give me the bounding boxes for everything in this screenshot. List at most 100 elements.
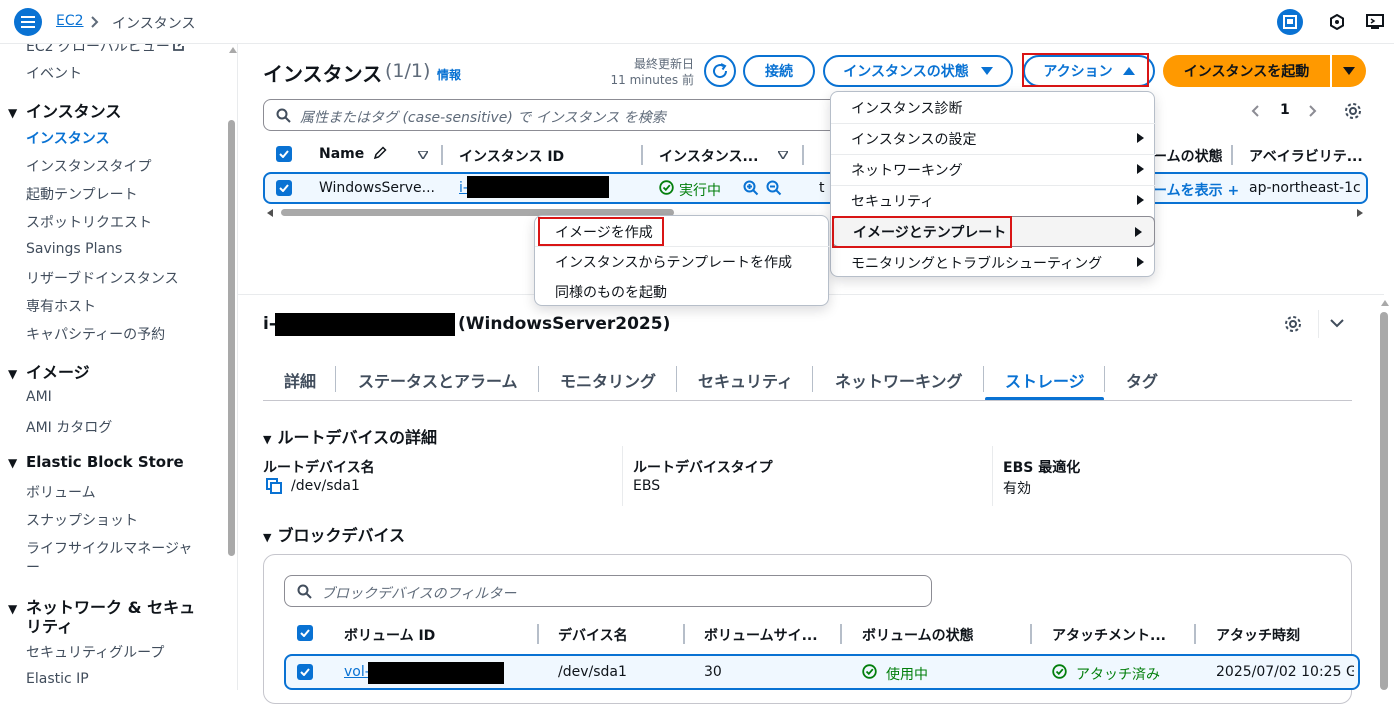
sidebar-item-lifecycle-manager-cont[interactable]: ー [26,557,40,577]
next-page-icon[interactable] [1308,104,1318,118]
column-header-name[interactable]: Name [319,146,387,162]
sort-caret-icon[interactable] [778,151,788,159]
tab-monitoring[interactable]: モニタリング [560,368,656,392]
menu-item-instance-settings[interactable]: インスタンスの設定 [831,123,1156,154]
sidebar-item-snapshots[interactable]: スナップショット [26,510,138,530]
volume-row-checkbox[interactable] [297,664,313,680]
column-divider[interactable] [1231,145,1233,165]
block-devices-section[interactable]: ▼ ブロックデバイス [263,522,405,546]
volume-id-link[interactable]: vol- [344,664,370,680]
device-name-value: /dev/sda1 [558,664,627,680]
scroll-up-icon[interactable] [229,47,237,53]
sidebar-item-dedicated-hosts[interactable]: 専有ホスト [26,296,96,316]
sidebar-item-instance-types[interactable]: インスタンスタイプ [26,156,151,176]
details-settings-icon[interactable] [1284,315,1302,333]
menu-item-instance-diagnostics[interactable]: インスタンス診断 [831,92,1156,123]
sidebar-item-elastic-ip[interactable]: Elastic IP [26,671,89,687]
sidebar-item-instances[interactable]: インスタンス [26,128,109,148]
column-header-volume-id[interactable]: ボリューム ID [344,625,435,645]
tab-tags[interactable]: タグ [1126,368,1158,392]
sidebar-section-ebs[interactable]: ▼ Elastic Block Store [8,453,184,471]
sidebar-item-volumes[interactable]: ボリューム [26,482,96,502]
column-header-instance-id[interactable]: インスタンス ID [459,146,564,166]
submenu-arrow-icon [1137,164,1144,174]
sidebar-item-events[interactable]: イベント [26,63,82,83]
search-icon [297,584,312,599]
menu-item-create-template-from-instance[interactable]: インスタンスからテンプレートを作成 [535,246,830,277]
collapse-chevron-icon[interactable] [1330,319,1344,329]
column-divider[interactable] [441,145,443,165]
select-all-volumes-checkbox[interactable] [297,625,313,641]
menu-icon[interactable] [14,8,42,36]
menu-item-monitoring-troubleshooting[interactable]: モニタリングとトラブルシューティング [831,247,1156,278]
column-header-attachment-status[interactable]: アタッチメント... [1052,625,1166,645]
panel-icon[interactable] [1277,9,1303,35]
cloudshell-icon[interactable] [1362,9,1388,35]
launch-instance-button[interactable]: インスタンスを起動 [1163,55,1330,87]
tab-details[interactable]: 詳細 [284,368,316,392]
column-divider[interactable] [840,624,842,644]
sidebar-item-global-view[interactable]: EC2 グローバルビュー [26,44,170,56]
instance-state-button[interactable]: インスタンスの状態 [823,55,1013,87]
scroll-left-icon[interactable] [267,209,273,217]
tab-divider [676,366,677,392]
copy-icon[interactable] [266,478,282,494]
column-divider[interactable] [641,145,643,165]
zoom-out-icon[interactable] [766,180,782,196]
instance-search-input[interactable]: 属性またはタグ (case-sensitive) で インスタンス を検索 [263,99,838,131]
menu-item-networking[interactable]: ネットワーキング [831,154,1156,185]
refresh-button[interactable] [704,55,736,87]
sidebar-item-reserved-instances[interactable]: リザーブドインスタンス [26,268,179,288]
sidebar-section-images[interactable]: ▼ イメージ [8,359,90,383]
column-header-device-name[interactable]: デバイス名 [558,625,628,645]
tab-storage[interactable]: ストレージ [1005,368,1085,392]
instance-type-partial: t [819,180,825,196]
tab-networking[interactable]: ネットワーキング [835,368,963,392]
sidebar-item-launch-templates[interactable]: 起動テンプレート [26,184,138,204]
menu-item-security[interactable]: セキュリティ [831,185,1156,216]
column-header-instance-state[interactable]: インスタンス... [659,146,758,166]
zoom-in-icon[interactable] [743,180,759,196]
select-all-checkbox[interactable] [276,146,292,162]
sidebar-scrollbar[interactable] [228,120,235,556]
notifications-icon[interactable] [1324,9,1350,35]
sidebar-item-ami-catalog[interactable]: AMI カタログ [26,417,112,437]
scroll-up-icon[interactable] [1381,300,1389,306]
sidebar-item-security-groups[interactable]: セキュリティグループ [26,642,164,662]
column-divider[interactable] [1030,624,1032,644]
launch-dropdown-button[interactable] [1332,55,1366,87]
menu-item-launch-more-like-this[interactable]: 同様のものを起動 [535,276,830,307]
caret-down-icon: ▼ [263,433,272,446]
column-divider[interactable] [1194,624,1196,644]
block-device-filter-input[interactable]: ブロックデバイスのフィルター [284,575,932,607]
last-updated-value: 11 minutes 前 [610,73,694,87]
tab-security[interactable]: セキュリティ [698,368,793,392]
sidebar-item-capacity-reservations[interactable]: キャパシティーの予約 [26,324,165,344]
sidebar-item-lifecycle-manager[interactable]: ライフサイクルマネージャ [26,538,192,558]
column-header-volume-size[interactable]: ボリュームサイ... [704,625,818,645]
tab-status-alarms[interactable]: ステータスとアラーム [358,368,518,392]
row-checkbox[interactable] [276,180,292,196]
root-device-section[interactable]: ▼ ルートデバイスの詳細 [263,424,437,448]
column-header-availability-zone[interactable]: アベイラビリテ... [1249,146,1363,166]
sidebar-section-instances[interactable]: ▼ インスタンス [8,98,121,122]
page-number[interactable]: 1 [1280,102,1290,118]
column-divider[interactable] [802,145,804,165]
prev-page-icon[interactable] [1250,104,1260,118]
view-alarms-link[interactable]: ームを表示 + [1153,180,1239,200]
sidebar-item-ami[interactable]: AMI [26,389,52,405]
main-scrollbar[interactable] [1380,312,1388,690]
column-divider[interactable] [537,624,539,644]
column-header-volume-state[interactable]: ボリュームの状態 [862,625,974,645]
info-link[interactable]: 情報 [437,66,461,83]
sidebar-item-savings-plans[interactable]: Savings Plans [26,241,122,257]
sidebar-item-spot-requests[interactable]: スポットリクエスト [26,212,152,232]
breadcrumb-ec2[interactable]: EC2 [56,13,84,29]
sort-caret-icon[interactable] [418,151,428,159]
scroll-right-icon[interactable] [1357,209,1363,217]
column-header-attach-time[interactable]: アタッチ時刻 [1216,625,1300,645]
settings-gear-icon[interactable] [1344,102,1362,120]
column-divider[interactable] [683,624,685,644]
column-header-alarm-status[interactable]: ームの状態 [1153,146,1223,166]
connect-button[interactable]: 接続 [743,55,815,87]
